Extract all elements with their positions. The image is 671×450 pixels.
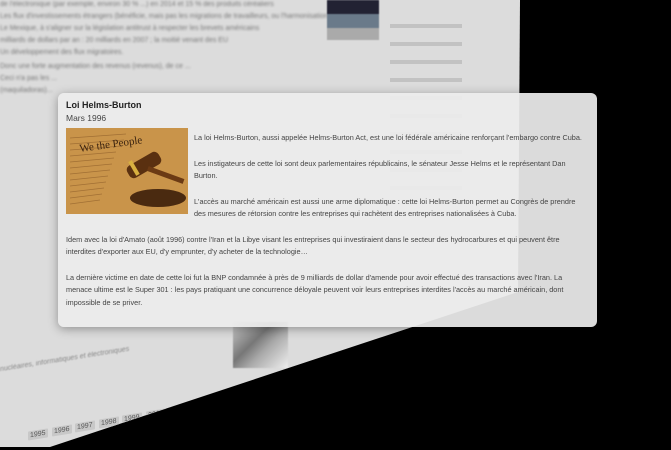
timeline-year-label[interactable]: 2014 [474, 352, 495, 365]
timeline-year-label[interactable]: 1997 [75, 420, 95, 433]
event-date: Mars 1996 [66, 113, 107, 123]
event-title: Loi Helms-Burton [66, 100, 142, 110]
background-text-line: Donc une forte augmentation des revenus … [0, 63, 191, 70]
event-paragraph-4: Idem avec la loi d'Amato (août 1996) con… [66, 234, 560, 257]
timeline-year-label[interactable]: 2015 [498, 348, 518, 361]
event-paragraph-5: La dernière victime en date de cette loi… [66, 272, 564, 307]
background-text-line: Les flux d'investissements étrangers (bé… [0, 13, 363, 20]
timeline-year-label[interactable]: 1998 [98, 416, 119, 429]
timeline-year-label[interactable]: 2008 [333, 376, 354, 389]
timeline-year-label[interactable]: 2003 [216, 396, 236, 409]
timeline-year-label[interactable]: 2010 [380, 368, 401, 381]
timeline-year-label[interactable]: 2007 [310, 380, 330, 393]
timeline-year-label[interactable]: 2009 [357, 372, 377, 385]
timeline-year-label[interactable]: 2006 [286, 384, 307, 397]
background-text-line: milliards de dollars par an : 20 milliar… [0, 37, 229, 44]
timeline-year-label[interactable]: 2005 [263, 388, 283, 401]
timeline-year-label[interactable]: 1996 [51, 424, 72, 437]
timeline-year-label[interactable]: 2000 [145, 408, 166, 421]
timeline-year-label[interactable]: 1999 [122, 412, 142, 425]
gavel-on-newspaper-image: We the People [66, 128, 188, 214]
background-text-line: Ceci n'a pas les ... [0, 75, 57, 82]
timeline-year-label[interactable]: 2002 [192, 400, 213, 413]
timeline-year-label[interactable]: 2013 [451, 356, 471, 369]
background-photo-thumbnail [327, 0, 379, 40]
timeline-year-label[interactable]: 2001 [169, 404, 189, 417]
event-detail-popup: Loi Helms-Burton Mars 1996 We the People [58, 93, 597, 327]
background-text-line: Un développement des flux migratoires. [0, 49, 124, 56]
timeline-year-label[interactable]: 1995 [28, 428, 48, 441]
timeline-year-label[interactable]: 2004 [239, 392, 260, 405]
background-text-line: Le Mexique, à s'aligner sur la législati… [0, 25, 260, 32]
event-body: We the People La loi Helms-Burton, aussi… [66, 128, 589, 309]
background-text-line: de l'électronique (par exemple, environ … [0, 1, 274, 8]
timeline-year-label[interactable]: 2011 [404, 364, 424, 377]
timeline-year-label[interactable]: 2012 [427, 360, 448, 373]
